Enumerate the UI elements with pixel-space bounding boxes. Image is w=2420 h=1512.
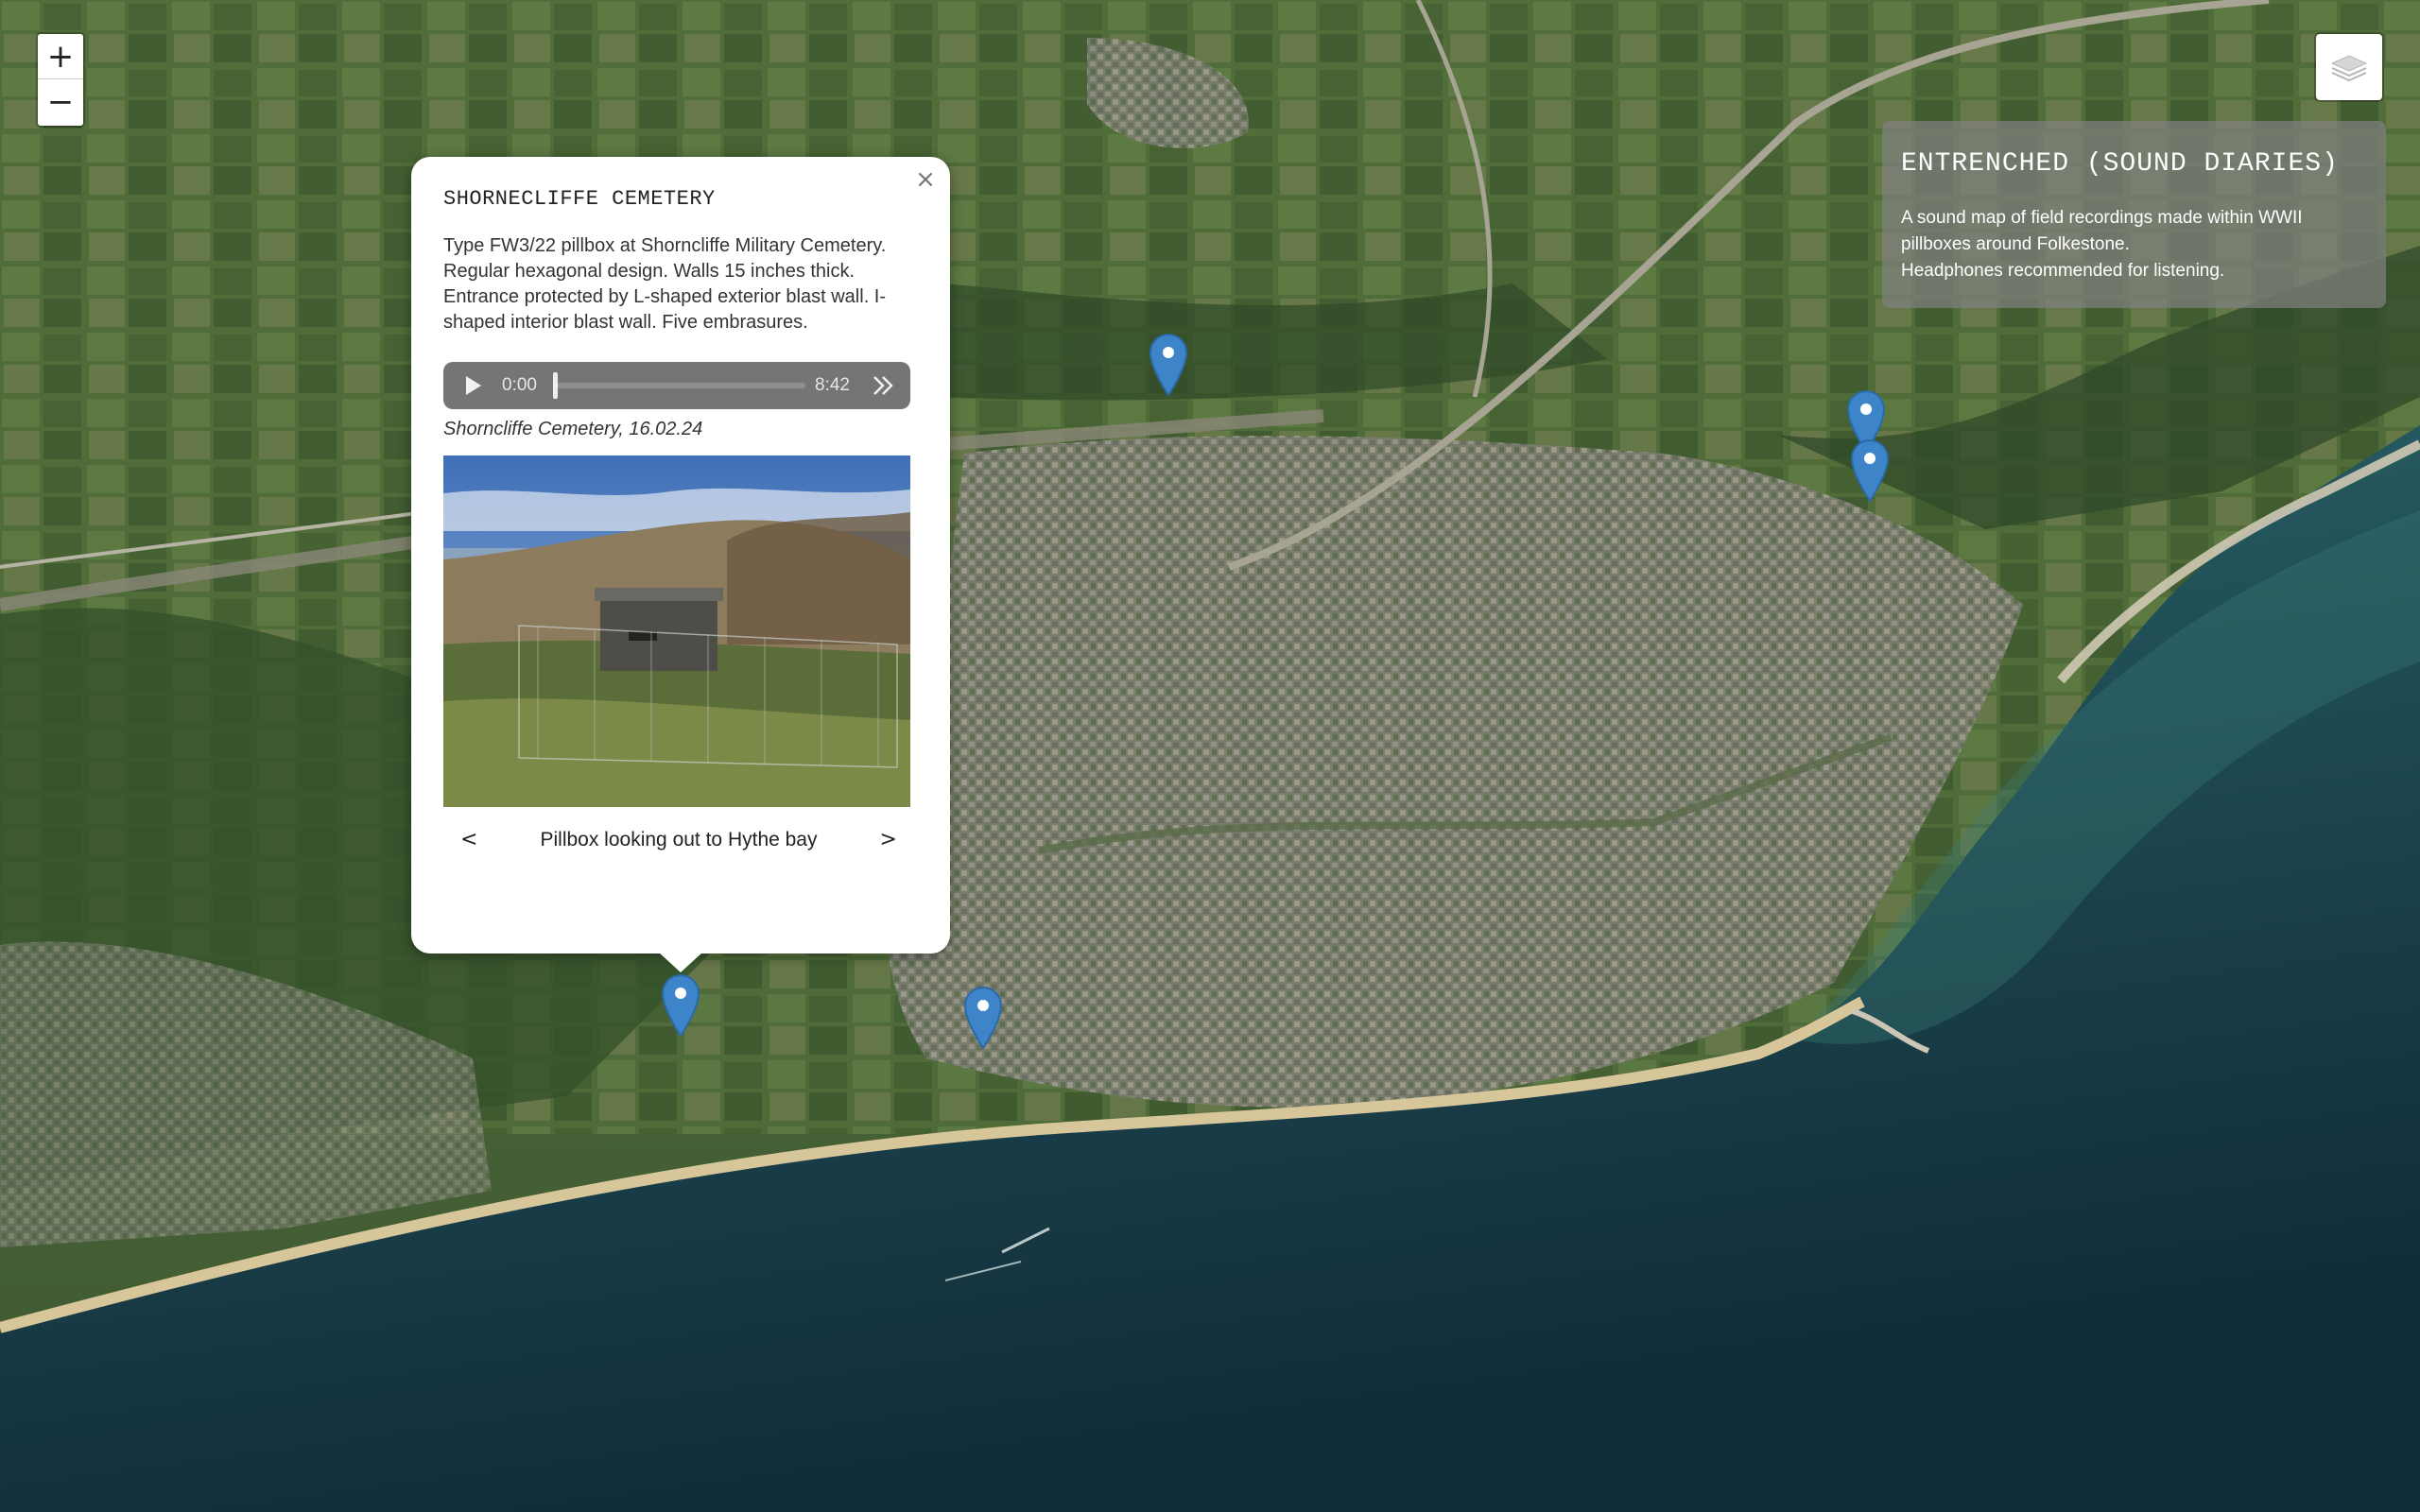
recording-caption: Shorncliffe Cemetery, 16.02.24	[443, 419, 703, 439]
pillbox-marker-5[interactable]	[963, 986, 1003, 1050]
layers-button[interactable]	[2314, 32, 2384, 102]
play-icon	[466, 376, 481, 395]
photo-slider: < Pillbox looking out to Hythe bay >	[443, 828, 912, 851]
previous-photo-button[interactable]: <	[460, 828, 477, 851]
layers-icon	[2330, 55, 2368, 82]
audio-seek-bar[interactable]	[553, 372, 806, 399]
seek-thumb[interactable]	[553, 372, 558, 399]
zoom-out-button[interactable]: −	[38, 79, 83, 125]
close-icon[interactable]: ×	[912, 166, 939, 193]
zoom-control: + −	[36, 32, 85, 128]
popup-title: SHORNECLIFFE CEMETERY	[443, 187, 716, 211]
popup-tip	[658, 952, 703, 972]
popup-description: Type FW3/22 pillbox at Shorncliffe Milit…	[443, 235, 887, 333]
site-description: A sound map of field recordings made wit…	[1901, 208, 2303, 254]
fast-forward-icon[interactable]	[871, 373, 897, 398]
next-photo-button[interactable]: >	[880, 828, 897, 851]
play-button[interactable]	[464, 374, 487, 397]
pillbox-marker-3[interactable]	[1850, 438, 1890, 503]
current-time: 0:00	[502, 375, 537, 395]
pillbox-photo	[443, 455, 910, 807]
duration: 8:42	[815, 375, 850, 395]
zoom-in-button[interactable]: +	[38, 34, 83, 79]
site-title: ENTRENCHED (SOUND DIARIES)	[1901, 149, 2339, 179]
info-panel: ENTRENCHED (SOUND DIARIES) A sound map o…	[1882, 121, 2386, 308]
listening-note: Headphones recommended for listening.	[1901, 261, 2225, 281]
location-popup: × SHORNECLIFFE CEMETERY Type FW3/22 pill…	[411, 157, 950, 954]
pillbox-marker-1[interactable]	[1149, 333, 1188, 397]
pillbox-marker-4[interactable]	[661, 973, 700, 1038]
audio-player: 0:00 8:42	[443, 362, 910, 409]
photo-caption: Pillbox looking out to Hythe bay	[540, 828, 818, 850]
